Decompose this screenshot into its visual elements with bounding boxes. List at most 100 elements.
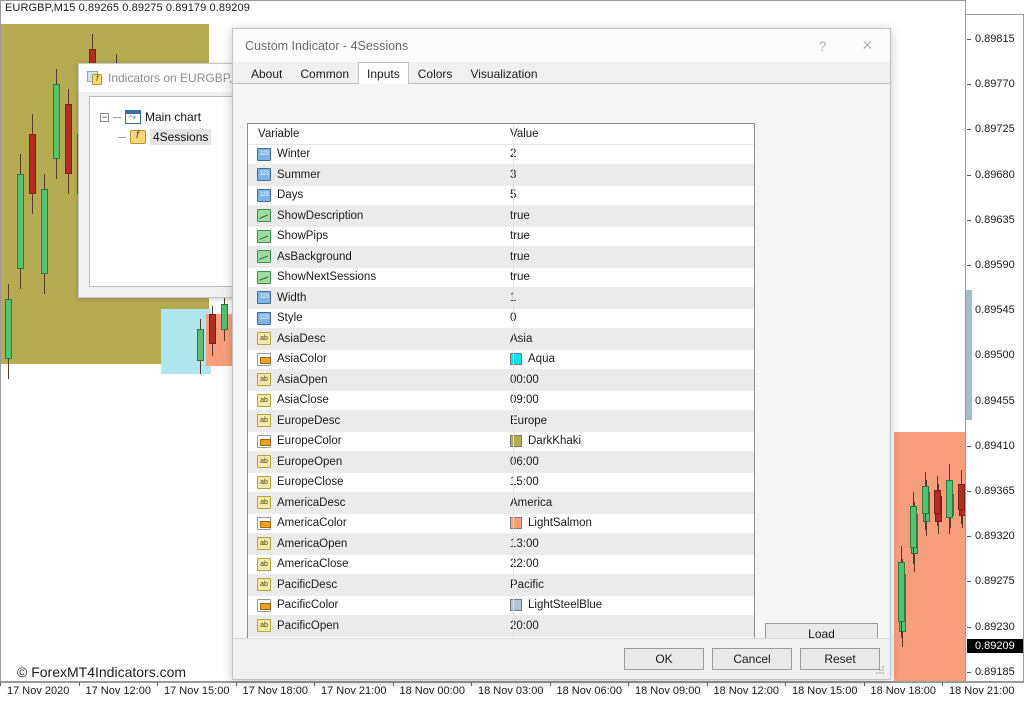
table-row[interactable]: Style 0 bbox=[248, 308, 754, 329]
price-tick: 0.89770 bbox=[966, 78, 1024, 91]
cell-value[interactable]: Asia bbox=[500, 328, 754, 350]
cell-value[interactable]: true bbox=[500, 205, 754, 227]
cell-value[interactable]: 20:00 bbox=[500, 615, 754, 637]
color-swatch bbox=[510, 435, 522, 448]
price-tick: 0.89455 bbox=[966, 395, 1024, 408]
custom-indicator-dialog[interactable]: Custom Indicator - 4Sessions ? ✕ About C… bbox=[232, 28, 891, 680]
cell-value[interactable]: Europe bbox=[500, 410, 754, 432]
table-row[interactable]: Summer 3 bbox=[248, 164, 754, 186]
cell-value[interactable]: true bbox=[500, 226, 754, 247]
table-row[interactable]: AsBackground true bbox=[248, 246, 754, 268]
variable-name: Days bbox=[277, 189, 304, 202]
indicator-window-icon bbox=[87, 71, 102, 85]
table-row[interactable]: AmericaOpen 13:00 bbox=[248, 533, 754, 555]
cell-value[interactable]: 09:00 bbox=[500, 390, 754, 411]
table-row[interactable]: Width 1 bbox=[248, 287, 754, 309]
ok-button[interactable]: OK bbox=[624, 648, 704, 670]
table-row[interactable]: PacificColor LightSteelBlue bbox=[248, 595, 754, 616]
cell-value[interactable]: 06:00 bbox=[500, 451, 754, 473]
table-row[interactable]: AsiaClose 09:00 bbox=[248, 390, 754, 411]
table-row[interactable]: PacificOpen 20:00 bbox=[248, 615, 754, 637]
header-variable[interactable]: Variable bbox=[248, 124, 500, 145]
string-type-icon bbox=[257, 496, 271, 510]
cancel-button[interactable]: Cancel bbox=[712, 648, 792, 670]
table-row[interactable]: ShowPips true bbox=[248, 226, 754, 247]
table-row[interactable]: ShowDescription true bbox=[248, 205, 754, 227]
table-row[interactable]: EuropeOpen 06:00 bbox=[248, 451, 754, 473]
cell-value[interactable]: 0 bbox=[500, 308, 754, 329]
tree-label-main-chart: Main chart bbox=[145, 110, 202, 124]
table-row[interactable]: AsiaColor Aqua bbox=[248, 349, 754, 370]
candlestick bbox=[5, 284, 12, 379]
cell-value[interactable]: LightSteelBlue bbox=[500, 595, 754, 616]
table-row[interactable]: EuropeColor DarkKhaki bbox=[248, 431, 754, 452]
table-row[interactable]: EuropeClose 15:00 bbox=[248, 472, 754, 493]
time-axis[interactable]: 17 Nov 2020 17 Nov 12:00 17 Nov 15:00 17 No… bbox=[0, 682, 1024, 705]
variable-name: AmericaClose bbox=[277, 558, 349, 571]
resize-grip-icon[interactable] bbox=[876, 666, 886, 676]
variable-name: AmericaDesc bbox=[277, 496, 346, 509]
variable-name: PacificColor bbox=[277, 599, 339, 612]
variable-name: EuropeOpen bbox=[277, 455, 343, 468]
cell-variable: EuropeOpen bbox=[248, 451, 500, 473]
price-tick: 0.89680 bbox=[966, 169, 1024, 182]
variable-name: ShowNextSessions bbox=[277, 271, 377, 284]
cell-value[interactable]: 5 bbox=[500, 185, 754, 206]
help-icon[interactable]: ? bbox=[800, 29, 845, 62]
variable-name: PacificOpen bbox=[277, 619, 340, 632]
cell-variable: ShowNextSessions bbox=[248, 267, 500, 288]
candlestick bbox=[922, 472, 929, 530]
tab-colors[interactable]: Colors bbox=[409, 62, 462, 84]
string-type-icon bbox=[257, 578, 271, 592]
table-row[interactable]: Days 5 bbox=[248, 185, 754, 206]
time-tick: 17 Nov 12:00 bbox=[78, 682, 151, 697]
table-row[interactable]: AsiaOpen 00:00 bbox=[248, 369, 754, 391]
dialog-tabs[interactable]: About Common Inputs Colors Visualization bbox=[233, 62, 890, 84]
table-row[interactable]: EuropeDesc Europe bbox=[248, 410, 754, 432]
int-type-icon bbox=[257, 147, 271, 161]
cell-value[interactable]: 2 bbox=[500, 144, 754, 165]
variable-name: EuropeDesc bbox=[277, 414, 341, 427]
cell-value[interactable]: Aqua bbox=[500, 349, 754, 370]
cell-value[interactable]: 22:00 bbox=[500, 554, 754, 575]
dialog-titlebar[interactable]: Custom Indicator - 4Sessions ? ✕ bbox=[233, 29, 890, 62]
inputs-table-container[interactable]: Variable Value Winter2Summer3 Days 5ShowDe… bbox=[247, 123, 755, 661]
close-icon[interactable]: ✕ bbox=[845, 29, 890, 62]
cell-value[interactable]: 3 bbox=[500, 164, 754, 186]
table-row[interactable]: PacificDesc Pacific bbox=[248, 574, 754, 596]
table-row[interactable]: AmericaDesc America bbox=[248, 492, 754, 514]
reset-button[interactable]: Reset bbox=[800, 648, 880, 670]
table-row[interactable]: ShowNextSessions true bbox=[248, 267, 754, 288]
cell-value[interactable]: true bbox=[500, 246, 754, 268]
time-tick: 17 Nov 21:00 bbox=[313, 682, 387, 697]
tab-common[interactable]: Common bbox=[291, 62, 358, 84]
cell-value[interactable]: 00:00 bbox=[500, 369, 754, 391]
cell-value[interactable]: 13:00 bbox=[500, 533, 754, 555]
table-row[interactable]: AsiaDesc Asia bbox=[248, 328, 754, 350]
table-row[interactable]: AmericaClose 22:00 bbox=[248, 554, 754, 575]
cell-value[interactable]: 1 bbox=[500, 287, 754, 309]
cell-value[interactable]: America bbox=[500, 492, 754, 514]
tab-inputs[interactable]: Inputs bbox=[358, 62, 409, 84]
cell-variable: PacificDesc bbox=[248, 574, 500, 596]
time-tick: 18 Nov 21:00 bbox=[941, 682, 1015, 697]
string-type-icon bbox=[257, 475, 271, 489]
cell-value[interactable]: Pacific bbox=[500, 574, 754, 596]
cell-value[interactable]: LightSalmon bbox=[500, 513, 754, 534]
table-row[interactable]: Winter 2 bbox=[248, 144, 754, 165]
header-value[interactable]: Value bbox=[500, 124, 754, 145]
table-row[interactable]: AmericaColor LightSalmon bbox=[248, 513, 754, 534]
inputs-table: Variable Value Winter2Summer3 Days 5ShowDe… bbox=[248, 124, 754, 657]
cell-variable: ShowDescription bbox=[248, 205, 500, 227]
variable-name: AsiaColor bbox=[277, 353, 327, 366]
candlestick bbox=[53, 69, 60, 179]
cell-value[interactable]: true bbox=[500, 267, 754, 288]
tree-expander-icon[interactable]: − bbox=[100, 112, 109, 122]
tab-visualization[interactable]: Visualization bbox=[461, 62, 546, 84]
tab-about[interactable]: About bbox=[242, 62, 291, 84]
cell-value[interactable]: 15:00 bbox=[500, 472, 754, 493]
cell-value[interactable]: DarkKhaki bbox=[500, 431, 754, 452]
cell-variable: PacificColor bbox=[248, 595, 500, 616]
time-tick: 18 Nov 03:00 bbox=[470, 682, 544, 697]
price-axis[interactable]: 0.89815 0.89770 0.89725 0.89680 0.89635 0.895… bbox=[966, 14, 1024, 682]
